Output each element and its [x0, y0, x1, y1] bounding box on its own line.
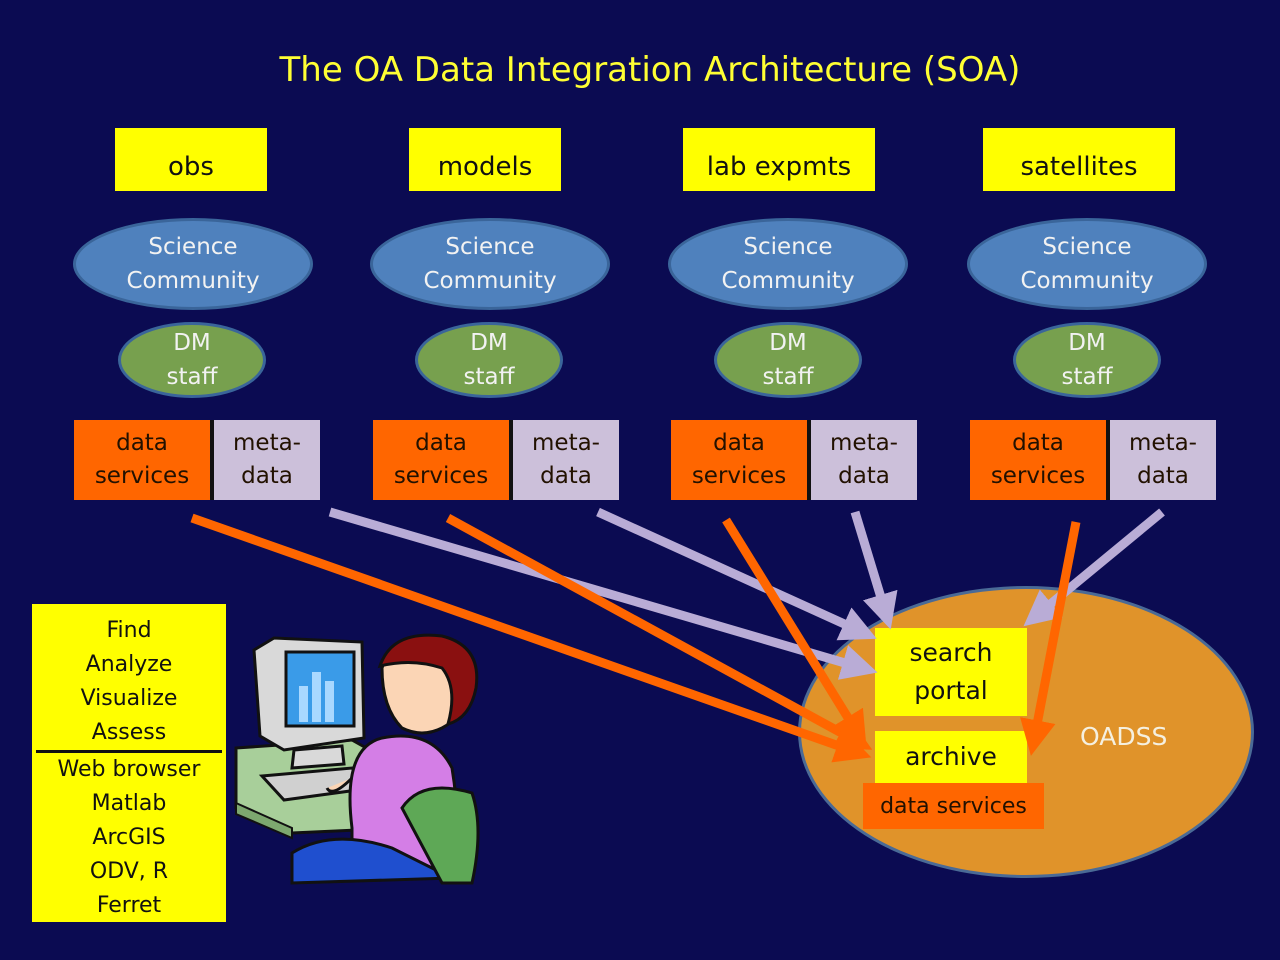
metadata-arrow-lab: [850, 510, 898, 630]
data-arrow-satellites: [1020, 521, 1081, 756]
flow-arrows: [190, 507, 1165, 763]
metadata-arrow-satellites: [1023, 508, 1165, 627]
